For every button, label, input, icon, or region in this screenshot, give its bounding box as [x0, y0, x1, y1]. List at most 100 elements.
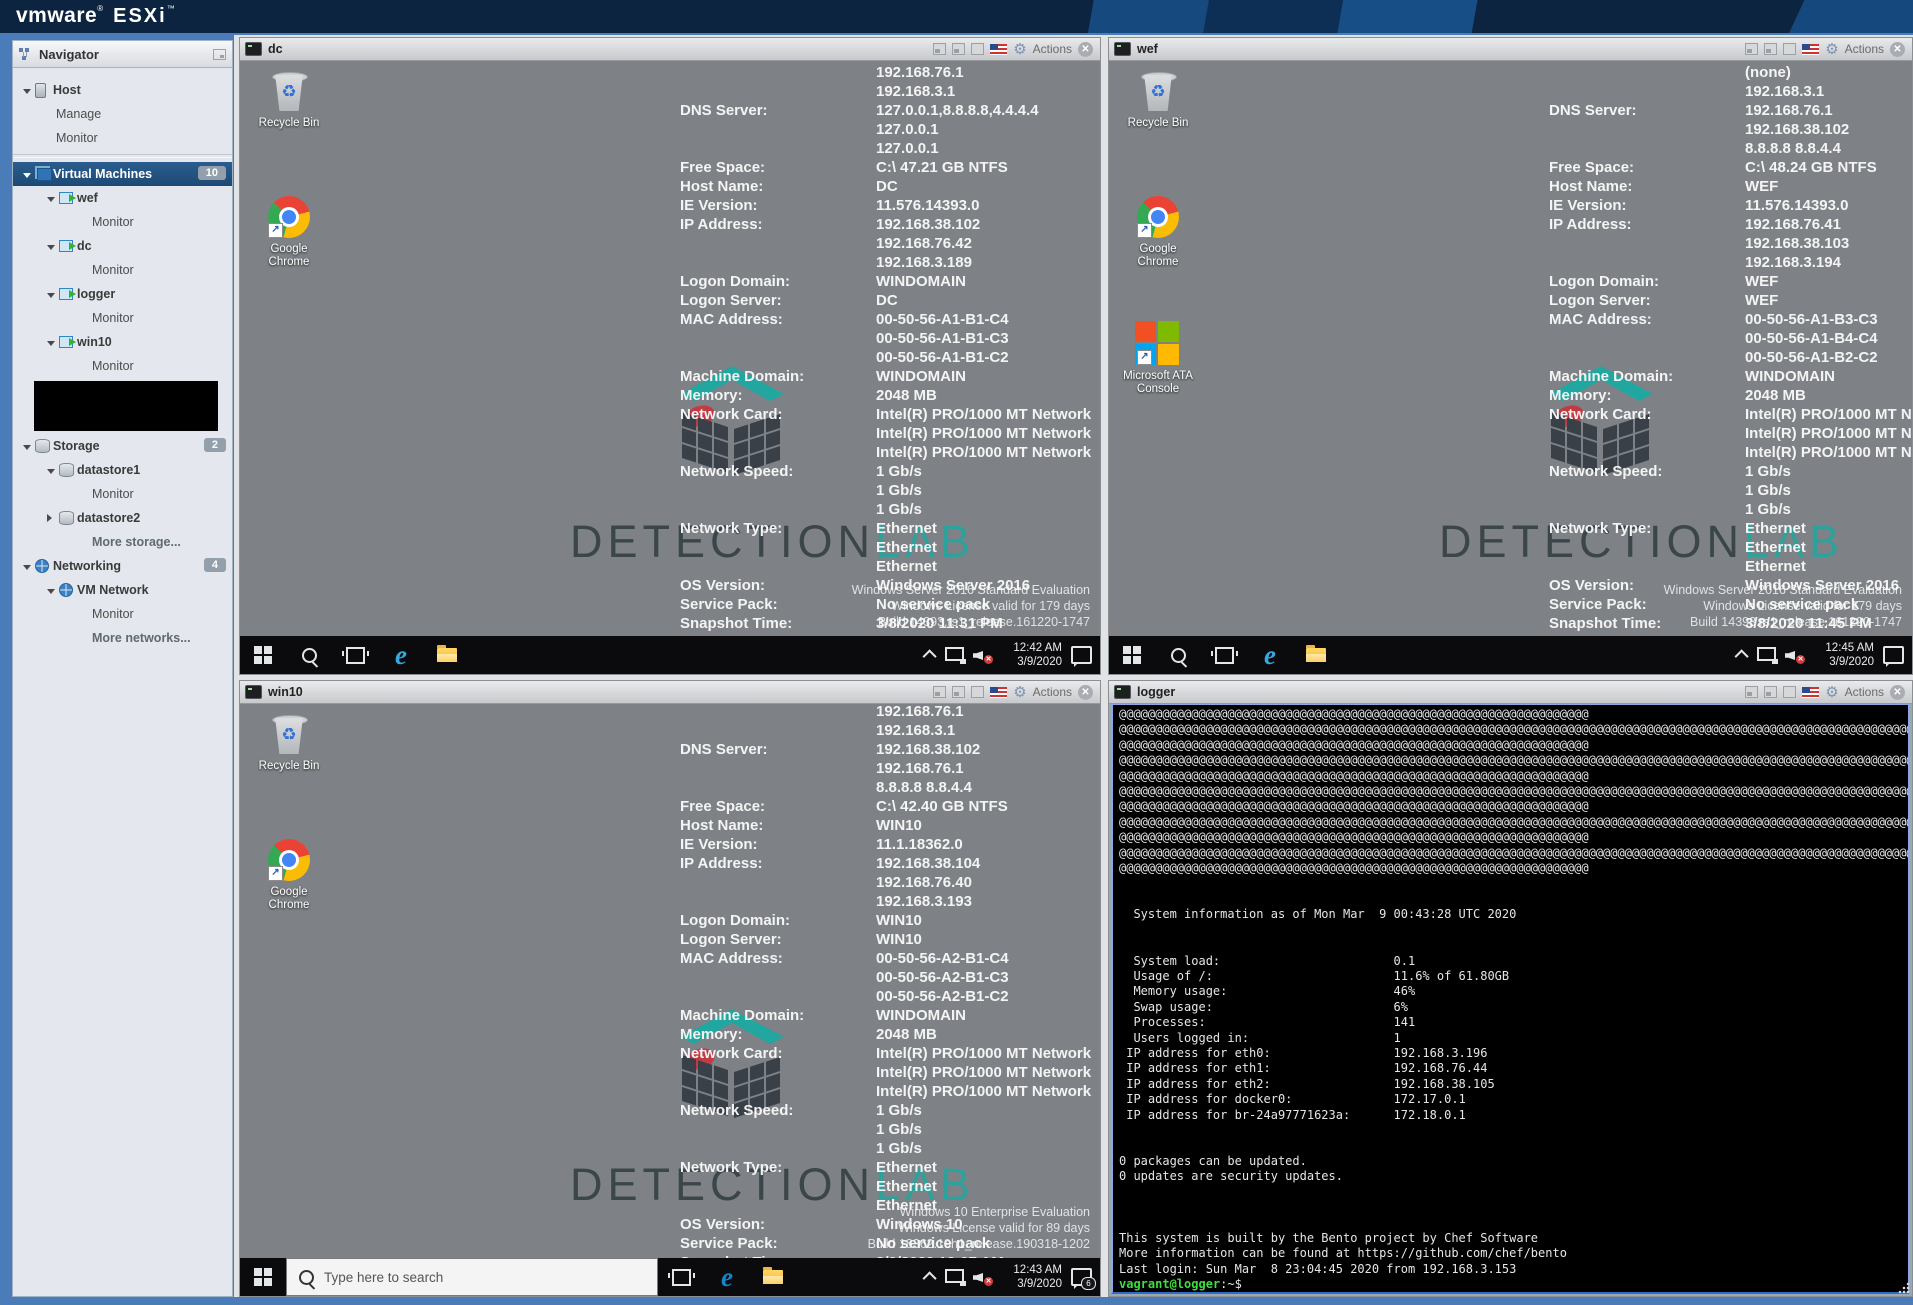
window-maximize-icon[interactable]	[1783, 43, 1796, 55]
terminal-screen[interactable]: @@@@@@@@@@@@@@@@@@@@@@@@@@@@@@@@@@@@@@@@…	[1111, 703, 1910, 1294]
gear-icon[interactable]: ⚙	[1825, 42, 1838, 57]
edge-icon[interactable]: e	[704, 1258, 750, 1296]
desktop-icon-recycle-bin[interactable]: ♻Recycle Bin	[250, 68, 328, 130]
task-view-icon[interactable]	[658, 1258, 704, 1296]
actions-button[interactable]: Actions	[1845, 685, 1884, 699]
chevron-right-icon[interactable]	[47, 511, 59, 525]
sidebar-item-more-storage[interactable]: More storage...	[13, 530, 232, 554]
window-size-icon[interactable]	[933, 43, 946, 55]
sidebar-item-host[interactable]: Host	[13, 78, 232, 102]
sidebar-item-monitor[interactable]: Monitor	[13, 258, 232, 282]
sidebar-item-monitor[interactable]: Monitor	[13, 602, 232, 626]
search-icon[interactable]	[1155, 636, 1201, 674]
keyboard-layout-flag-icon[interactable]	[1802, 687, 1819, 698]
taskbar-clock[interactable]: 12:42 AM3/9/2020	[1000, 641, 1062, 669]
chevron-down-icon[interactable]	[23, 83, 35, 97]
desktop-icon-google-chrome[interactable]: ↗Google Chrome	[250, 194, 328, 269]
desktop-icon-microsoft-ata-console[interactable]: ↗Microsoft ATA Console	[1119, 320, 1197, 396]
sidebar-item-wef[interactable]: wef	[13, 186, 232, 210]
tray-chevron-icon[interactable]	[923, 1271, 937, 1285]
sidebar-item-dc[interactable]: dc	[13, 234, 232, 258]
sidebar-item-manage[interactable]: Manage	[13, 102, 232, 126]
actions-button[interactable]: Actions	[1033, 42, 1072, 56]
keyboard-layout-flag-icon[interactable]	[1802, 44, 1819, 55]
desktop-icon-recycle-bin[interactable]: ♻Recycle Bin	[250, 711, 328, 773]
desktop-icon-recycle-bin[interactable]: ♻Recycle Bin	[1119, 68, 1197, 130]
console-titlebar-dc[interactable]: dc ⚙ Actions ✕	[240, 38, 1100, 61]
window-maximize-icon[interactable]	[971, 43, 984, 55]
network-icon[interactable]	[945, 1269, 964, 1283]
actions-button[interactable]: Actions	[1033, 685, 1072, 699]
window-size-icon[interactable]	[1745, 686, 1758, 698]
desktop-icon-google-chrome[interactable]: ↗Google Chrome	[1119, 194, 1197, 269]
vm-console-window-wef[interactable]: wef ⚙ Actions ✕	[1108, 37, 1913, 675]
file-explorer-icon[interactable]	[750, 1258, 796, 1296]
network-icon[interactable]	[945, 647, 964, 661]
console-titlebar-logger[interactable]: logger ⚙ Actions ✕	[1109, 681, 1912, 704]
keyboard-layout-flag-icon[interactable]	[990, 44, 1007, 55]
sidebar-item-monitor[interactable]: Monitor	[13, 306, 232, 330]
sidebar-item-storage[interactable]: Storage2	[13, 434, 232, 458]
console-titlebar-win10[interactable]: win10 ⚙ Actions ✕	[240, 681, 1100, 704]
close-icon[interactable]: ✕	[1078, 685, 1093, 700]
chevron-down-icon[interactable]	[47, 583, 59, 597]
speaker-muted-icon[interactable]: ✕	[973, 1270, 991, 1284]
actions-button[interactable]: Actions	[1845, 42, 1884, 56]
resize-grip[interactable]	[1898, 1282, 1910, 1294]
tray-chevron-icon[interactable]	[1735, 649, 1749, 663]
tray-chevron-icon[interactable]	[923, 649, 937, 663]
window-size-icon[interactable]	[952, 686, 965, 698]
action-center-icon[interactable]: 6	[1071, 1268, 1092, 1286]
speaker-muted-icon[interactable]: ✕	[973, 648, 991, 662]
window-size-icon[interactable]	[1745, 43, 1758, 55]
chevron-down-icon[interactable]	[47, 191, 59, 205]
vm-console-window-dc[interactable]: dc ⚙ Actions ✕	[239, 37, 1101, 675]
sidebar-item-vm-network[interactable]: VM Network	[13, 578, 232, 602]
chevron-down-icon[interactable]	[23, 167, 35, 181]
gear-icon[interactable]: ⚙	[1013, 685, 1026, 700]
window-size-icon[interactable]	[933, 686, 946, 698]
action-center-icon[interactable]	[1883, 646, 1904, 664]
window-maximize-icon[interactable]	[971, 686, 984, 698]
start-button[interactable]	[240, 1258, 286, 1296]
sidebar-item-monitor[interactable]: Monitor	[13, 210, 232, 234]
taskbar-clock[interactable]: 12:45 AM3/9/2020	[1812, 641, 1874, 669]
keyboard-layout-flag-icon[interactable]	[990, 687, 1007, 698]
file-explorer-icon[interactable]	[424, 636, 470, 674]
sidebar-item-monitor[interactable]: Monitor	[13, 482, 232, 506]
window-size-icon[interactable]	[1764, 43, 1777, 55]
sidebar-item-win10[interactable]: win10	[13, 330, 232, 354]
sidebar-item-logger[interactable]: logger	[13, 282, 232, 306]
close-icon[interactable]: ✕	[1078, 42, 1093, 57]
panel-expand-icon[interactable]	[213, 49, 226, 60]
gear-icon[interactable]: ⚙	[1013, 42, 1026, 57]
chevron-down-icon[interactable]	[47, 239, 59, 253]
chevron-down-icon[interactable]	[47, 463, 59, 477]
window-size-icon[interactable]	[952, 43, 965, 55]
sidebar-item-virtual-machines[interactable]: Virtual Machines10	[13, 162, 232, 186]
chevron-down-icon[interactable]	[47, 287, 59, 301]
speaker-muted-icon[interactable]: ✕	[1785, 648, 1803, 662]
task-view-icon[interactable]	[1201, 636, 1247, 674]
network-icon[interactable]	[1757, 647, 1776, 661]
internet-explorer-icon[interactable]: e	[1247, 636, 1293, 674]
chevron-down-icon[interactable]	[23, 559, 35, 573]
file-explorer-icon[interactable]	[1293, 636, 1339, 674]
gear-icon[interactable]: ⚙	[1825, 685, 1838, 700]
sidebar-item-networking[interactable]: Networking4	[13, 554, 232, 578]
search-input[interactable]: Type here to search	[286, 1258, 658, 1296]
sidebar-item-monitor[interactable]: Monitor	[13, 354, 232, 378]
start-button[interactable]	[1109, 636, 1155, 674]
console-titlebar-wef[interactable]: wef ⚙ Actions ✕	[1109, 38, 1912, 61]
close-icon[interactable]: ✕	[1890, 42, 1905, 57]
chevron-down-icon[interactable]	[47, 335, 59, 349]
task-view-icon[interactable]	[332, 636, 378, 674]
start-button[interactable]	[240, 636, 286, 674]
vm-console-window-logger[interactable]: logger ⚙ Actions ✕ @@@@@@@@@@@@@@@@@@@@@…	[1108, 680, 1913, 1297]
close-icon[interactable]: ✕	[1890, 685, 1905, 700]
window-maximize-icon[interactable]	[1783, 686, 1796, 698]
action-center-icon[interactable]	[1071, 646, 1092, 664]
taskbar-clock[interactable]: 12:43 AM3/9/2020	[1000, 1263, 1062, 1291]
sidebar-item-datastore2[interactable]: datastore2	[13, 506, 232, 530]
search-icon[interactable]	[286, 636, 332, 674]
